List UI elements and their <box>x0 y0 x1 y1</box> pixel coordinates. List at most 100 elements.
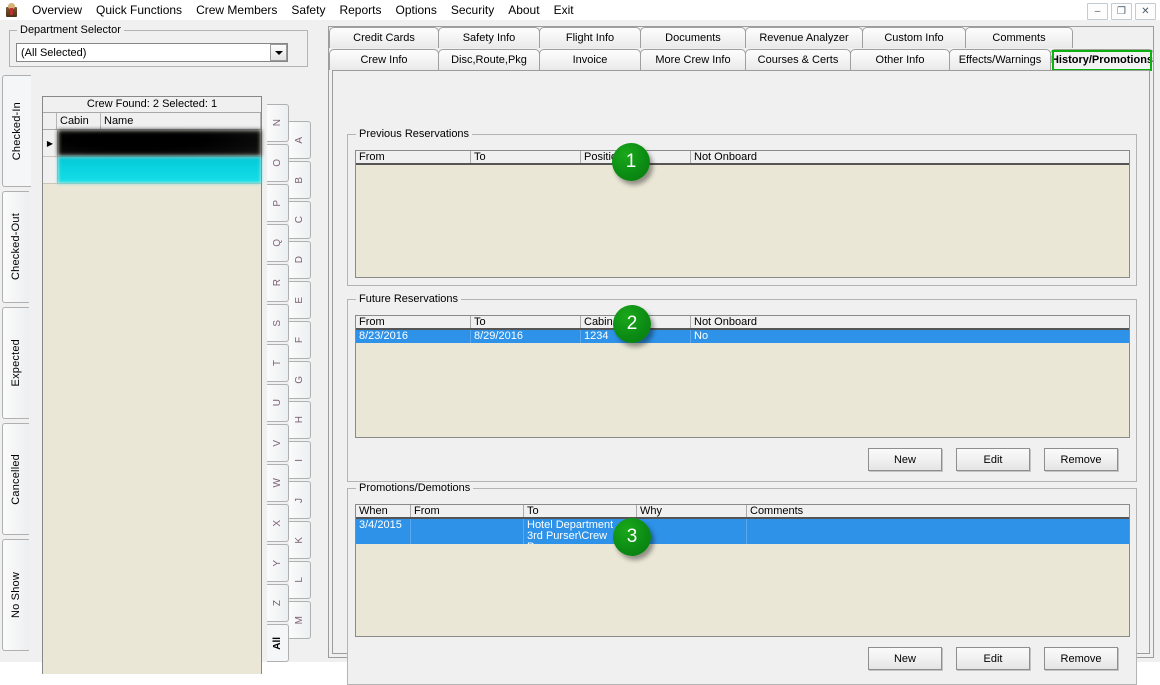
chevron-down-icon[interactable] <box>270 44 287 61</box>
tab-credit-cards[interactable]: Credit Cards <box>329 27 439 48</box>
crew-found-caption: Crew Found: 2 Selected: 1 <box>43 97 261 113</box>
sidebar-item-no-show[interactable]: No Show <box>2 539 29 651</box>
previous-reservations-grid[interactable]: From To Position Not Onboard <box>355 150 1130 278</box>
alpha-tab-u[interactable]: U <box>267 384 289 422</box>
menu-item-security[interactable]: Security <box>444 1 501 19</box>
alpha-tab-s[interactable]: S <box>267 304 289 342</box>
alpha-tab-label: S <box>272 319 283 327</box>
sidebar-item-checked-out[interactable]: Checked-Out <box>2 191 29 303</box>
alpha-tab-label: I <box>294 458 305 462</box>
alpha-tab-v[interactable]: V <box>267 424 289 462</box>
app-logo-icon <box>4 2 19 18</box>
edit-button[interactable]: Edit <box>956 448 1030 471</box>
alpha-tab-y[interactable]: Y <box>267 544 289 582</box>
alpha-tab-c[interactable]: C <box>289 201 311 239</box>
window-controls: – ❐ ✕ <box>1087 3 1156 20</box>
tab-other-info[interactable]: Other Info <box>850 49 950 70</box>
tab-invoice[interactable]: Invoice <box>539 49 641 70</box>
alpha-tab-b[interactable]: B <box>289 161 311 199</box>
alpha-tab-n[interactable]: N <box>267 104 289 142</box>
promotions-demotions-grid[interactable]: When From To Why Comments 3/4/2015 Hotel… <box>355 504 1130 637</box>
close-icon[interactable]: ✕ <box>1135 3 1156 20</box>
crew-grid-body: ▶ <box>43 130 261 674</box>
restore-icon[interactable]: ❐ <box>1111 3 1132 20</box>
alpha-tab-z[interactable]: Z <box>267 584 289 622</box>
tab-documents[interactable]: Documents <box>640 27 746 48</box>
table-row[interactable]: ▶ <box>43 130 261 157</box>
tab-custom-info[interactable]: Custom Info <box>862 27 966 48</box>
department-selector-dropdown[interactable]: (All Selected) <box>16 43 288 62</box>
alpha-tab-i[interactable]: I <box>289 441 311 479</box>
alpha-tab-o[interactable]: O <box>267 144 289 182</box>
tab-safety-info[interactable]: Safety Info <box>438 27 540 48</box>
alpha-tab-label: All <box>272 636 283 650</box>
previous-reservations-section: Previous Reservations From To Position N… <box>347 128 1137 286</box>
tab-crew-info[interactable]: Crew Info <box>329 49 439 70</box>
alpha-tab-d[interactable]: D <box>289 241 311 279</box>
menu-item-crew-members[interactable]: Crew Members <box>189 1 284 19</box>
tab-comments[interactable]: Comments <box>965 27 1073 48</box>
tab-label: More Crew Info <box>655 54 731 66</box>
menu-item-quick-functions[interactable]: Quick Functions <box>89 1 189 19</box>
alpha-tab-k[interactable]: K <box>289 521 311 559</box>
future-reservations-title: Future Reservations <box>356 293 462 305</box>
alpha-tab-l[interactable]: L <box>289 561 311 599</box>
crew-grid-header: Cabin Name <box>43 113 261 130</box>
tab-flight-info[interactable]: Flight Info <box>539 27 641 48</box>
tab-disc-route-pkg[interactable]: Disc,Route,Pkg <box>438 49 540 70</box>
sidebar-item-cancelled[interactable]: Cancelled <box>2 423 29 535</box>
tab-more-crew-info[interactable]: More Crew Info <box>640 49 746 70</box>
menu-item-overview[interactable]: Overview <box>25 1 89 19</box>
alpha-tab-p[interactable]: P <box>267 184 289 222</box>
new-button[interactable]: New <box>868 448 942 471</box>
table-row[interactable]: 3/4/2015 Hotel Department 3rd Purser\Cre… <box>356 519 1129 544</box>
table-row[interactable]: 8/23/2016 8/29/2016 1234 No <box>356 330 1129 343</box>
alpha-tab-h[interactable]: H <box>289 401 311 439</box>
alpha-tab-label: T <box>272 359 283 367</box>
alpha-tab-r[interactable]: R <box>267 264 289 302</box>
remove-button[interactable]: Remove <box>1044 448 1118 471</box>
department-selector-value: (All Selected) <box>21 46 87 59</box>
alpha-tab-j[interactable]: J <box>289 481 311 519</box>
column-header-cabin: Cabin <box>57 113 101 129</box>
column-header-not-onboard: Not Onboard <box>694 151 757 163</box>
promotions-demotions-section: Promotions/Demotions When From To Why Co… <box>347 482 1137 685</box>
alpha-tab-m[interactable]: M <box>289 601 311 639</box>
new-button[interactable]: New <box>868 647 942 670</box>
tab-revenue-analyzer[interactable]: Revenue Analyzer <box>745 27 863 48</box>
alpha-tab-q[interactable]: Q <box>267 224 289 262</box>
column-header-when: When <box>356 505 411 517</box>
sidebar-item-checked-in[interactable]: Checked-In <box>2 75 31 187</box>
redacted-crew-cells <box>58 157 261 183</box>
future-reservations-grid[interactable]: From To Cabin Not Onboard 8/23/2016 8/29… <box>355 315 1130 438</box>
remove-button[interactable]: Remove <box>1044 647 1118 670</box>
menu-item-about[interactable]: About <box>501 1 546 19</box>
cell-from: 8/23/2016 <box>356 330 471 343</box>
tab-effects-warnings[interactable]: Effects/Warnings <box>949 49 1051 70</box>
alpha-tab-g[interactable]: G <box>289 361 311 399</box>
alpha-tab-a[interactable]: A <box>289 121 311 159</box>
tab-courses-and-certs[interactable]: Courses & Certs <box>745 49 851 70</box>
menu-item-exit[interactable]: Exit <box>547 1 581 19</box>
alpha-tab-label: D <box>294 256 305 264</box>
minimize-icon[interactable]: – <box>1087 3 1108 20</box>
alpha-tab-e[interactable]: E <box>289 281 311 319</box>
sidebar-item-label: Checked-In <box>11 101 23 161</box>
menu-item-safety[interactable]: Safety <box>284 1 332 19</box>
alpha-tab-t[interactable]: T <box>267 344 289 382</box>
crew-list-grid[interactable]: Crew Found: 2 Selected: 1 Cabin Name ▶ <box>42 96 262 674</box>
alpha-tab-all[interactable]: All <box>267 624 289 662</box>
tab-label: Other Info <box>875 54 925 66</box>
table-row[interactable] <box>43 157 261 184</box>
sidebar-item-expected[interactable]: Expected <box>2 307 29 419</box>
promotions-demotions-buttons: New Edit Remove <box>868 647 1118 670</box>
alpha-tab-w[interactable]: W <box>267 464 289 502</box>
tab-history-promotions[interactable]: History/Promotions <box>1050 49 1154 71</box>
edit-button[interactable]: Edit <box>956 647 1030 670</box>
alpha-tab-label: H <box>294 416 305 424</box>
menu-item-reports[interactable]: Reports <box>332 1 388 19</box>
alpha-tab-f[interactable]: F <box>289 321 311 359</box>
menu-item-options[interactable]: Options <box>388 1 443 19</box>
alpha-tab-x[interactable]: X <box>267 504 289 542</box>
crew-state-tabs: Checked-In Checked-Out Expected Cancelle… <box>2 75 32 655</box>
